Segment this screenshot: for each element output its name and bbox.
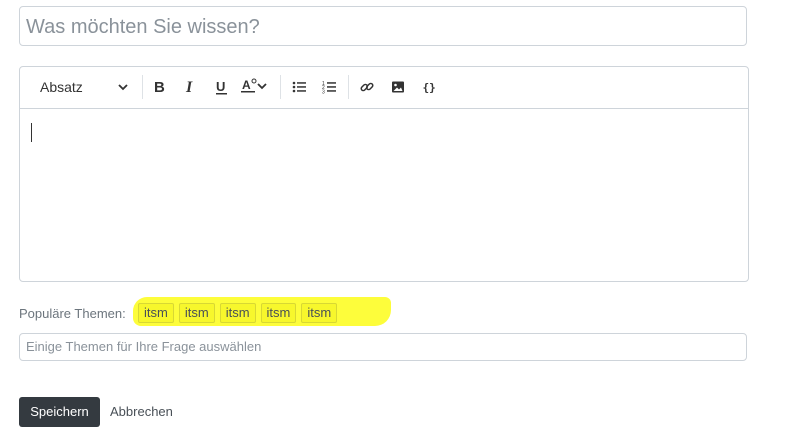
topic-chip[interactable]: itsm [301,303,338,323]
question-input[interactable]: Was möchten Sie wissen? [19,6,747,46]
italic-icon: I [184,79,198,95]
numbered-list-button[interactable]: 123 [318,76,340,98]
svg-text:3: 3 [322,90,325,95]
svg-text:A: A [242,78,251,92]
bulleted-list-icon [292,80,306,94]
paragraph-format-select[interactable]: Absatz [32,76,136,98]
svg-text:B: B [154,79,165,95]
image-icon [391,80,405,94]
text-style-dropdown[interactable]: A [238,76,270,98]
link-button[interactable] [356,76,378,98]
popular-topics-label: Populäre Themen: [19,305,126,321]
underline-button[interactable]: U [211,76,233,98]
paragraph-format-label: Absatz [40,79,83,95]
text-cursor [31,123,32,142]
svg-text:I: I [185,79,193,95]
chevron-down-icon [257,78,267,96]
code-block-icon: {} [422,80,436,94]
link-icon [360,80,374,94]
svg-text:{}: {} [423,81,436,94]
underline-icon: U [215,79,229,95]
italic-button[interactable]: I [180,76,202,98]
numbered-list-icon: 123 [322,80,336,94]
rich-text-editor[interactable]: Absatz B I U A 1 2 3 {} [19,66,749,282]
svg-text:U: U [216,79,225,94]
popular-topics-list: itsm itsm itsm itsm itsm [138,303,338,323]
topic-chip[interactable]: itsm [260,303,297,323]
topic-chip[interactable]: itsm [219,303,256,323]
save-button[interactable]: Speichern [19,397,100,427]
editor-toolbar: Absatz B I U A 1 2 3 {} [20,67,748,109]
bold-icon: B [153,79,167,95]
image-button[interactable] [387,76,409,98]
topic-chip[interactable]: itsm [138,303,174,323]
toolbar-divider [142,75,143,99]
toolbar-divider [280,75,281,99]
toolbar-divider [348,75,349,99]
bulleted-list-button[interactable] [288,76,310,98]
text-style-icon: A [241,77,257,98]
code-block-button[interactable]: {} [418,76,440,98]
cancel-button[interactable]: Abbrechen [110,397,173,427]
topics-input[interactable]: Einige Themen für Ihre Frage auswählen [19,333,747,361]
chevron-down-icon [118,79,128,95]
topic-chip[interactable]: itsm [178,303,215,323]
bold-button[interactable]: B [149,76,171,98]
